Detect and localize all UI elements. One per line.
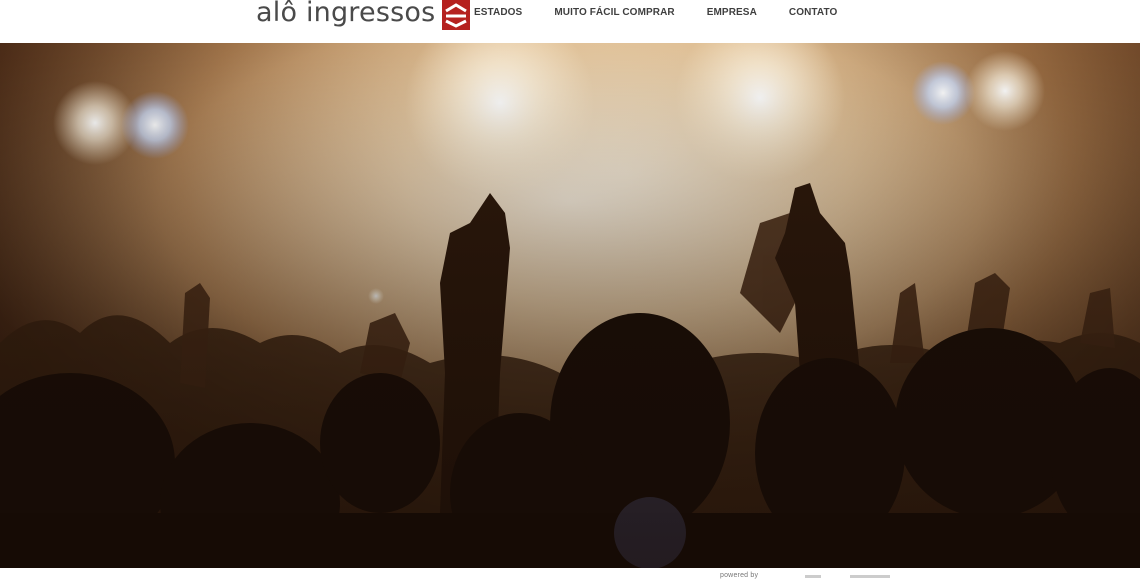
- hero-banner: [0, 43, 1140, 568]
- powered-by-label: powered by: [720, 572, 759, 579]
- partner-logo[interactable]: [805, 575, 821, 578]
- ticket-logo-icon: [442, 0, 471, 30]
- nav-contato[interactable]: CONTATO: [789, 7, 837, 18]
- main-nav: ESTADOS MUITO FÁCIL COMPRAR EMPRESA CONT…: [474, 7, 869, 18]
- site-logo[interactable]: alô ingressos: [256, 0, 471, 32]
- logo-text: alô ingressos: [256, 0, 436, 28]
- concert-crowd-image: [0, 43, 1140, 568]
- nav-muito-facil-comprar[interactable]: MUITO FÁCIL COMPRAR: [554, 7, 674, 18]
- partner-logo[interactable]: [850, 575, 890, 578]
- site-header: alô ingressos ESTADOS MUITO FÁCIL COMPRA…: [0, 0, 1140, 43]
- site-footer: powered by: [0, 568, 1140, 580]
- nav-estados[interactable]: ESTADOS: [474, 7, 522, 18]
- nav-empresa[interactable]: EMPRESA: [707, 7, 757, 18]
